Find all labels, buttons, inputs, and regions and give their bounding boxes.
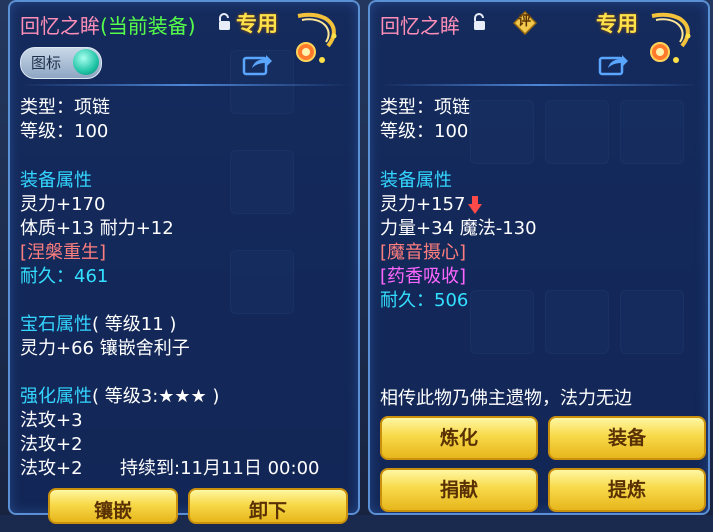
current-equipment-tooltip: 回忆之眸(当前装备) 专用 图标 类型：项链 等级：100 装备属性 灵力+17… [8, 0, 360, 524]
durability-label: 耐久： [380, 290, 434, 311]
divider [20, 84, 350, 86]
refine-button[interactable]: 炼化 [380, 416, 538, 460]
gem-attr-header: 宝石属性( 等级11 ) [20, 314, 176, 336]
inlay-button[interactable]: 镶嵌 [48, 488, 178, 524]
necklace-icon [296, 12, 337, 63]
item-title: 回忆之眸(当前装备) [20, 10, 196, 39]
extract-button[interactable]: 提炼 [548, 468, 706, 512]
special-skill-2: [药香吸收] [380, 266, 467, 287]
enhance-level: ( 等级3:★★★ ) [92, 386, 220, 407]
equip-attr-header: 装备属性 [380, 170, 452, 191]
enhance-attr-header: 强化属性( 等级3:★★★ ) [20, 386, 219, 408]
equip-button[interactable]: 装备 [548, 416, 706, 460]
current-equipped-tag: (当前装备) [100, 14, 196, 38]
rate-label: 评 [518, 14, 532, 29]
durability-value: 461 [74, 266, 109, 287]
attr-strength-magic: 力量+34 魔法-130 [380, 218, 537, 239]
rate-badge[interactable]: 评 [513, 11, 537, 35]
unequip-button[interactable]: 卸下 [188, 488, 348, 524]
icon-toggle[interactable]: 图标 [20, 47, 102, 79]
exclusive-label: 专用 [596, 12, 638, 36]
durability-value: 506 [434, 290, 469, 311]
exclusive-label: 专用 [236, 12, 278, 36]
enhance-duration: 持续到:11月11日 00:00 [120, 458, 320, 479]
enhance-attr-2: 法攻+2 [20, 434, 83, 455]
gem-level: ( 等级11 ) [92, 314, 177, 335]
divider [380, 84, 700, 86]
item-name: 回忆之眸 [20, 14, 100, 38]
donate-button[interactable]: 捐献 [380, 468, 538, 512]
durability: 耐久：506 [380, 290, 468, 312]
item-description: 相传此物乃佛主遗物，法力无边 [380, 388, 632, 409]
enhance-attr-1: 法攻+3 [20, 410, 83, 431]
toggle-knob [73, 49, 99, 75]
gem-attr: 灵力+66 镶嵌舍利子 [20, 338, 190, 359]
share-icon[interactable] [598, 52, 628, 76]
lock-icon[interactable] [215, 12, 235, 32]
durability: 耐久：461 [20, 266, 108, 288]
enhance-header-label: 强化属性 [20, 386, 92, 407]
attr-spirit: 灵力+157 [380, 194, 466, 215]
share-icon[interactable] [242, 52, 272, 76]
durability-label: 耐久： [20, 266, 74, 287]
item-type: 类型：项链 [380, 97, 470, 118]
attr-spirit-row: 灵力+157 [380, 194, 483, 216]
gem-header-label: 宝石属性 [20, 314, 92, 335]
enhance-attr-3: 法攻+2 [20, 458, 83, 479]
attr-spirit: 灵力+170 [20, 194, 106, 215]
toggle-label: 图标 [31, 54, 62, 72]
special-skill-1: [魔音摄心] [380, 242, 467, 263]
item-level: 等级：100 [380, 121, 469, 142]
equip-attr-header: 装备属性 [20, 170, 92, 191]
special-skill: [涅槃重生] [20, 242, 107, 263]
item-level: 等级：100 [20, 121, 109, 142]
decrease-arrow-icon [468, 196, 483, 214]
lock-icon[interactable] [470, 12, 490, 32]
necklace-icon [650, 12, 691, 63]
attr-body-endurance: 体质+13 耐力+12 [20, 218, 174, 239]
compare-equipment-tooltip: 回忆之眸 评 专用 类型：项链 等级：100 装备属性 灵力+157 力量+34… [368, 0, 710, 515]
item-type: 类型：项链 [20, 97, 110, 118]
item-name: 回忆之眸 [380, 14, 460, 38]
